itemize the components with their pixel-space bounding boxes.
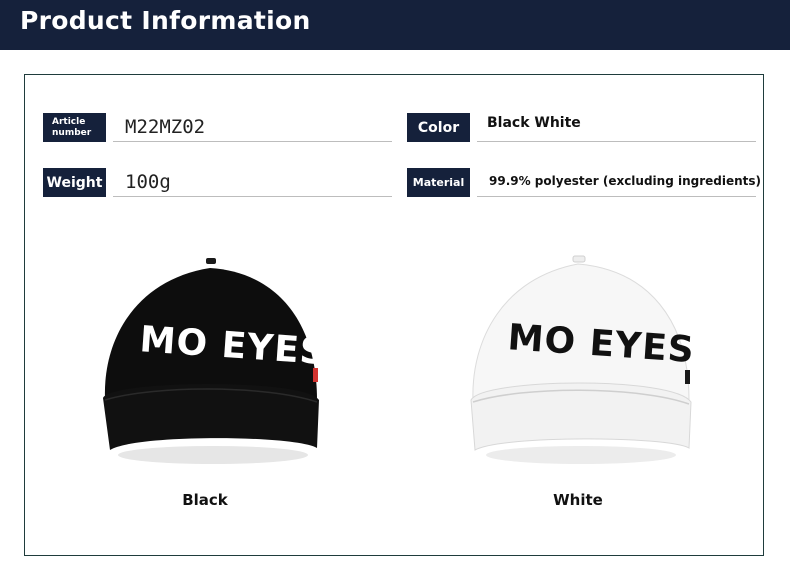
black-cap-button [206, 258, 216, 264]
article-underline [113, 141, 392, 142]
white-cap-button [572, 255, 586, 263]
material-label: Material [407, 168, 470, 197]
article-number-value: M22MZ02 [125, 116, 206, 138]
article-number-label: Article number [43, 113, 106, 142]
color-underline [477, 141, 756, 142]
white-cap-image: MO EYES [470, 255, 696, 464]
article-label-line1: Article [52, 116, 86, 127]
page-title: Product Information [20, 6, 311, 35]
white-cap-shadow [486, 446, 676, 464]
black-cap-image: MO EYES [103, 258, 328, 464]
weight-value: 100g [125, 171, 171, 193]
white-cap-side-tag [685, 370, 690, 384]
white-caption: White [553, 491, 603, 509]
article-label-line2: number [52, 127, 92, 138]
black-caption: Black [182, 491, 228, 509]
weight-underline [113, 196, 392, 197]
color-value: Black White [487, 115, 581, 131]
page-header: Product Information [0, 0, 790, 50]
black-cap-shadow [118, 446, 308, 464]
white-cap-brim [470, 382, 692, 451]
material-underline [477, 196, 756, 197]
material-value: 99.9% polyester (excluding ingredients) [489, 174, 762, 188]
color-label: Color [407, 113, 470, 142]
weight-label: Weight [43, 168, 106, 197]
